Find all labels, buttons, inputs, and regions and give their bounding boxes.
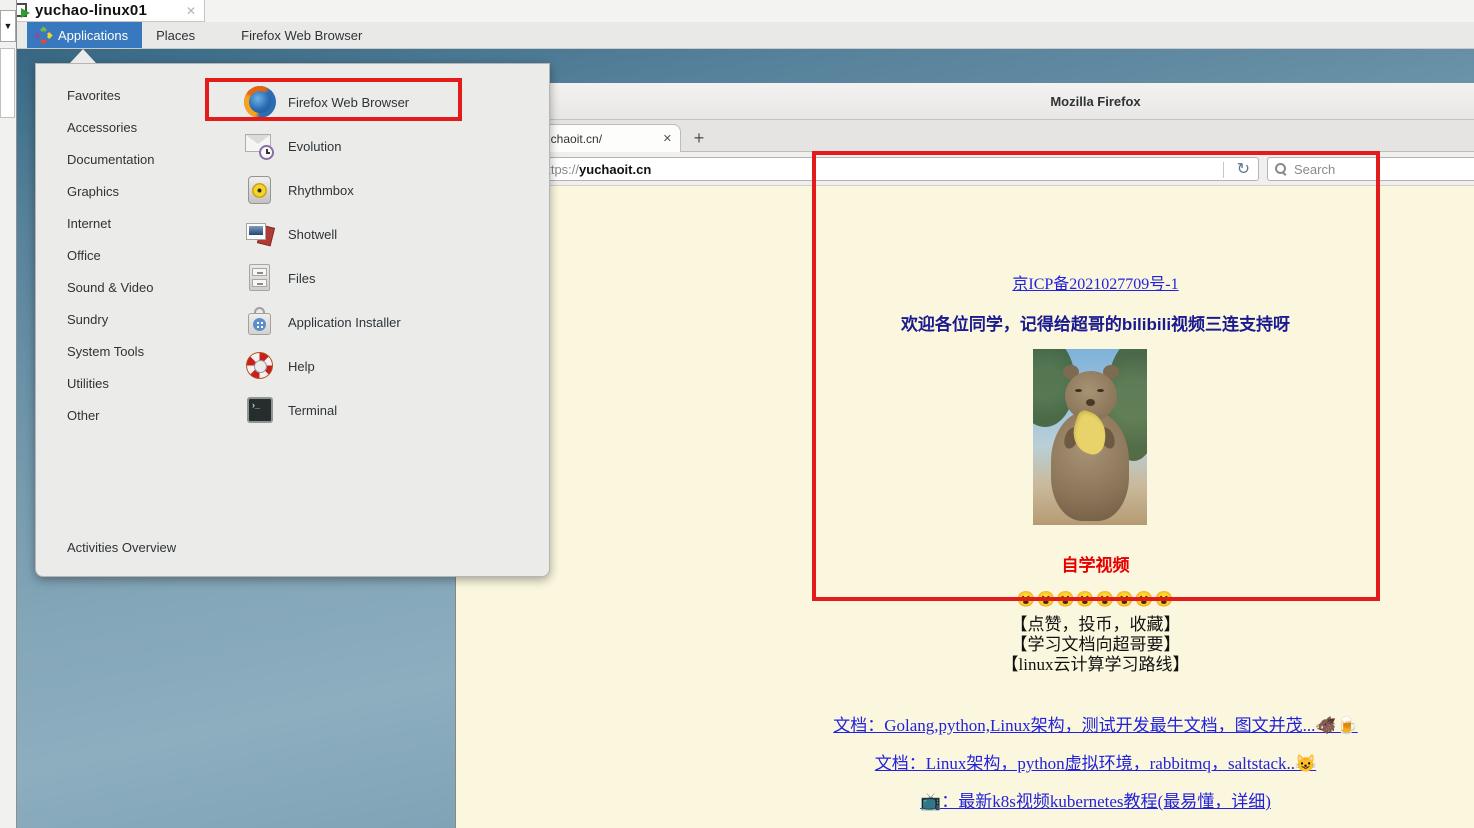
session-tab-title: yuchao-linux01 (35, 2, 147, 19)
category-list: Favorites Accessories Documentation Grap… (36, 80, 236, 432)
tab-strip: yuchaoit.cn/ ✕ + (456, 120, 1474, 152)
host-app-header (17, 0, 1474, 22)
category-documentation[interactable]: Documentation (36, 144, 236, 176)
doc-link-line: 文档：Linux架构，python虚拟环境，rabbitmq，saltstack… (456, 749, 1474, 774)
applications-label: Applications (58, 28, 128, 43)
app-item-help[interactable]: Help (244, 344, 544, 388)
app-label: Help (288, 359, 315, 374)
url-host: yuchaoit.cn (579, 162, 651, 177)
collapse-panel-button[interactable]: ▼ (0, 10, 16, 42)
application-installer-icon (244, 306, 276, 338)
video-link-line: 📺：最新k8s视频kubernetes教程(最易懂，详细) (456, 787, 1474, 812)
category-sundry[interactable]: Sundry (36, 304, 236, 336)
window-list-item-firefox[interactable]: Firefox Web Browser (227, 22, 376, 48)
app-label: Files (288, 271, 315, 286)
doc-link[interactable]: 文档：Golang,python,Linux架构，测试开发最牛文档，图文并茂..… (833, 716, 1357, 735)
activities-overview-item[interactable]: Activities Overview (67, 532, 176, 564)
tab-close-icon[interactable]: ✕ (663, 132, 672, 145)
app-item-application-installer[interactable]: Application Installer (244, 300, 544, 344)
app-label: Application Installer (288, 315, 401, 330)
evolution-icon (244, 130, 276, 162)
video-link[interactable]: 📺：最新k8s视频kubernetes教程(最易懂，详细) (920, 792, 1271, 811)
bullet-line: 【linux云计算学习路线】 (456, 650, 1474, 675)
application-list: Firefox Web Browser Evolution Rhythmbox … (244, 80, 544, 432)
doc-link[interactable]: 文档：Linux架构，python虚拟环境，rabbitmq，saltstack… (875, 754, 1316, 773)
applications-icon (35, 27, 51, 43)
files-icon (244, 262, 276, 294)
doc-link-line: 文档：Golang,python,Linux架构，测试开发最牛文档，图文并茂..… (456, 711, 1474, 736)
app-label: Shotwell (288, 227, 337, 242)
places-menu-button[interactable]: Places (142, 22, 209, 48)
applications-menu-button[interactable]: Applications (27, 22, 142, 48)
menu-pointer-arrow (70, 49, 96, 63)
firefox-titlebar[interactable]: Mozilla Firefox (456, 83, 1474, 120)
annotation-box-firefox-menu-item (205, 78, 462, 121)
host-side-panel (0, 48, 15, 118)
app-label: Terminal (288, 403, 337, 418)
category-internet[interactable]: Internet (36, 208, 236, 240)
app-item-files[interactable]: Files (244, 256, 544, 300)
shotwell-icon (244, 218, 276, 250)
app-label: Evolution (288, 139, 341, 154)
window-title: Mozilla Firefox (1050, 94, 1140, 109)
help-icon (244, 350, 276, 382)
gnome-top-bar: Applications Places Firefox Web Browser (17, 22, 1474, 49)
applications-menu-popup: Favorites Accessories Documentation Grap… (35, 63, 550, 577)
category-system-tools[interactable]: System Tools (36, 336, 236, 368)
category-other[interactable]: Other (36, 400, 236, 432)
browser-tab[interactable]: yuchaoit.cn/ ✕ (529, 124, 681, 152)
app-item-terminal[interactable]: Terminal (244, 388, 544, 432)
category-utilities[interactable]: Utilities (36, 368, 236, 400)
session-tab[interactable]: yuchao-linux01 ✕ (3, 0, 205, 22)
app-item-evolution[interactable]: Evolution (244, 124, 544, 168)
category-office[interactable]: Office (36, 240, 236, 272)
app-label: Rhythmbox (288, 183, 354, 198)
category-graphics[interactable]: Graphics (36, 176, 236, 208)
terminal-icon (244, 394, 276, 426)
app-item-rhythmbox[interactable]: Rhythmbox (244, 168, 544, 212)
session-tab-close-icon[interactable]: ✕ (186, 4, 196, 18)
category-sound-video[interactable]: Sound & Video (36, 272, 236, 304)
rhythmbox-icon (244, 174, 276, 206)
host-side-strip: ▼ (0, 0, 17, 828)
app-item-shotwell[interactable]: Shotwell (244, 212, 544, 256)
annotation-box-page-region (812, 151, 1380, 601)
new-tab-button[interactable]: + (684, 124, 714, 152)
